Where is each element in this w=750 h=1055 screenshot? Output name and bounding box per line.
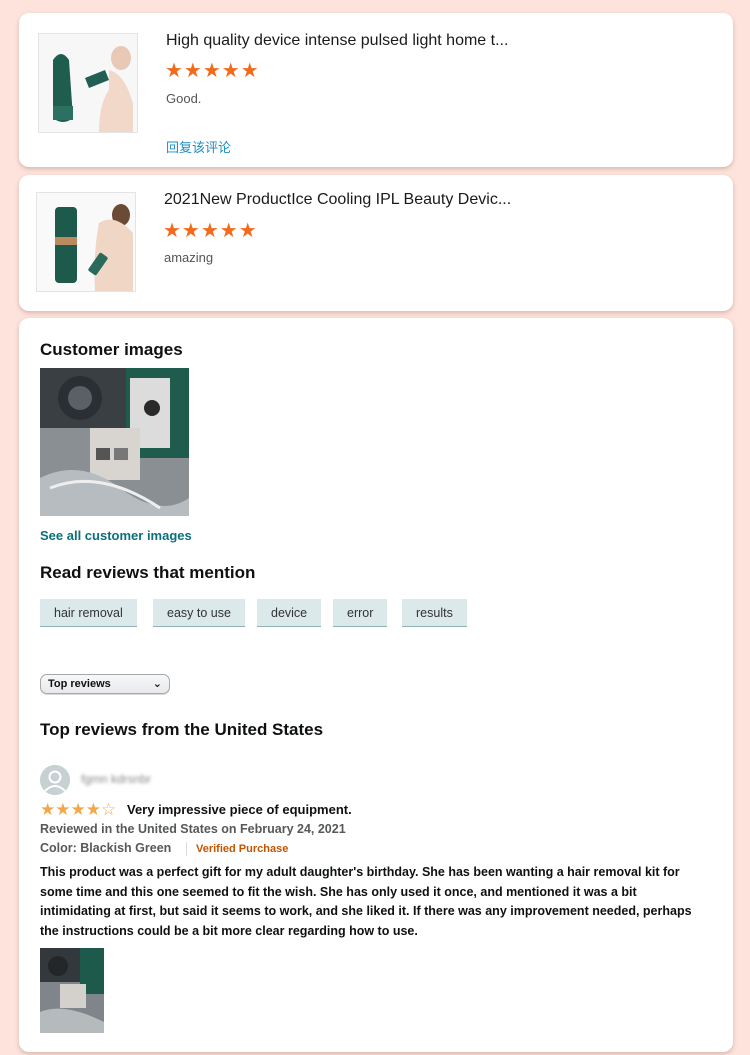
review-text: amazing [164,250,214,265]
avatar[interactable] [40,765,70,795]
customer-images-heading: Customer images [40,340,183,359]
mention-chip-device[interactable]: device [257,599,322,627]
product-review-card-1: High quality device intense pulsed light… [19,13,733,167]
user-icon [40,765,70,795]
review-date: Reviewed in the United States on Februar… [40,822,346,836]
product-thumbnail[interactable] [36,192,136,292]
see-all-customer-images-link[interactable]: See all customer images [40,528,192,543]
review-rating-stars[interactable]: ★★★★☆ [40,801,116,818]
customer-reviews-panel: Customer images See all customer images … [19,318,733,1052]
product-title[interactable]: High quality device intense pulsed light… [166,32,508,50]
customer-image[interactable] [40,368,189,516]
review-body: This product was a perfect gift for my a… [40,865,692,938]
top-reviews-heading: Top reviews from the United States [40,720,324,739]
product-thumbnail[interactable] [38,33,138,133]
reply-link[interactable]: 回复该评论 [166,137,231,156]
mention-chip-error[interactable]: error [333,599,388,627]
reviewer-name[interactable]: fgmn kdrsnbr [81,772,151,786]
review-color[interactable]: Color: Blackish Green [40,841,171,855]
read-reviews-heading: Read reviews that mention [40,563,256,582]
mention-chip-results[interactable]: results [402,599,467,627]
rating-stars: ★★★★★ [165,60,260,82]
sort-dropdown[interactable]: Top reviews ⌄ [40,674,170,694]
review-text: Good. [166,91,202,106]
divider [186,842,187,856]
review-image[interactable] [40,948,104,1033]
rating-stars: ★★★★★ [163,220,258,242]
chevron-down-icon: ⌄ [152,678,162,690]
review-title[interactable]: Very impressive piece of equipment. [127,802,352,817]
mention-chip-easy-to-use[interactable]: easy to use [153,599,245,627]
product-review-card-2: 2021New ProductIce Cooling IPL Beauty De… [19,175,733,311]
sort-dropdown-value: Top reviews [48,678,111,690]
mention-chip-hair-removal[interactable]: hair removal [40,599,137,627]
product-title[interactable]: 2021New ProductIce Cooling IPL Beauty De… [164,191,511,209]
verified-purchase-badge: Verified Purchase [196,843,289,855]
